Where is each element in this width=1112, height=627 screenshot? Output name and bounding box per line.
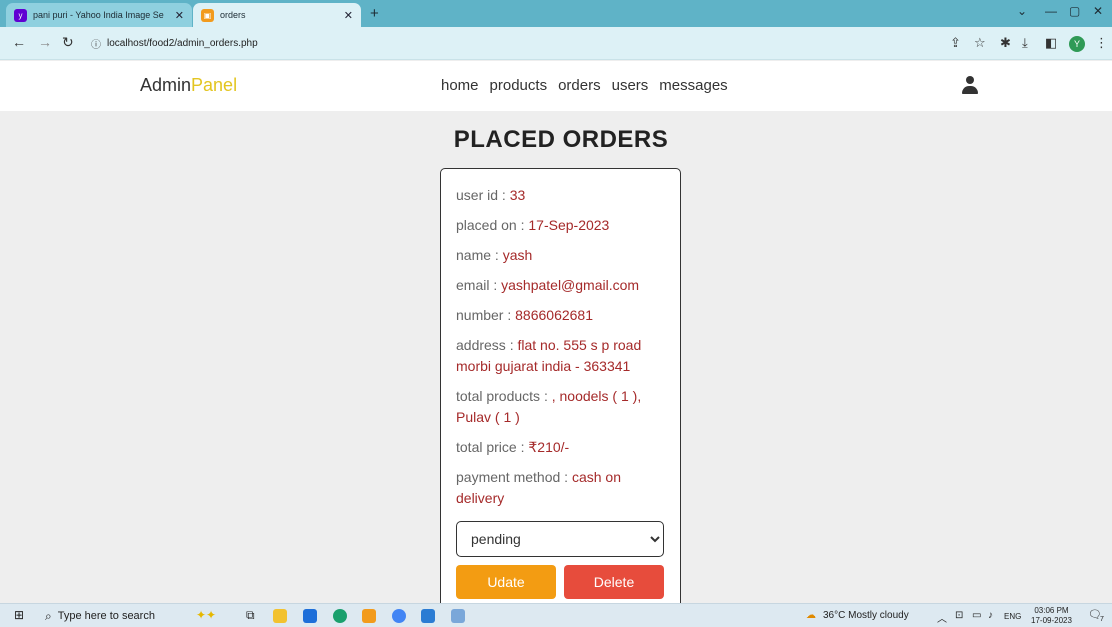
order-status-select[interactable]: pending — [456, 521, 664, 557]
user-icon-head — [966, 76, 974, 84]
back-icon[interactable]: ← — [12, 34, 26, 50]
tab-title: pani puri - Yahoo India Image Se — [33, 10, 164, 20]
chrome-icon[interactable] — [392, 609, 406, 623]
field-value: 17-Sep-2023 — [528, 217, 610, 233]
update-button[interactable]: Udate — [456, 565, 556, 599]
search-icon: ⌕ — [45, 608, 52, 623]
order-field-placed-on: placed on : 17-Sep-2023 — [456, 215, 665, 236]
windows-start-icon[interactable]: ⊞ — [14, 608, 24, 622]
weather-text[interactable]: 36°C Mostly cloudy — [823, 610, 909, 621]
delete-button[interactable]: Delete — [564, 565, 664, 599]
share-icon[interactable]: ⇪ — [950, 35, 961, 51]
window-close-icon[interactable]: ✕ — [1093, 4, 1103, 18]
nav-messages[interactable]: messages — [659, 77, 727, 94]
xampp-icon[interactable] — [362, 609, 376, 623]
chevron-down-icon[interactable]: ⌄ — [1017, 4, 1027, 18]
field-label: email : — [456, 277, 502, 293]
order-field-number: number : 8866062681 — [456, 305, 665, 326]
tab-yahoo[interactable]: y pani puri - Yahoo India Image Se ✕ — [6, 3, 192, 27]
tab-title: orders — [220, 10, 246, 20]
sidepanel-icon[interactable]: ◧ — [1045, 35, 1057, 51]
close-icon[interactable]: ✕ — [344, 9, 353, 22]
field-label: payment method : — [456, 469, 572, 485]
field-value: yash — [502, 247, 533, 263]
field-value: yashpatel@gmail.com — [501, 277, 640, 293]
order-field-total-products: total products : , noodels ( 1 ), Pulav … — [456, 386, 665, 428]
edge-browser-icon[interactable] — [333, 609, 347, 623]
order-field-name: name : yash — [456, 245, 665, 266]
user-icon-body — [962, 86, 978, 94]
nav-products[interactable]: products — [490, 77, 548, 94]
language-indicator[interactable]: ENG — [1004, 612, 1021, 621]
url-text: localhost/food2/admin_orders.php — [107, 37, 258, 49]
close-icon[interactable]: ✕ — [175, 9, 184, 22]
extensions-icon[interactable]: ✱ — [1000, 35, 1011, 51]
taskbar-search[interactable]: ⌕ Type here to search — [45, 607, 175, 625]
copilot-sparkle-icon[interactable]: ✦✦ — [196, 608, 216, 622]
tray-chevron-up-icon[interactable]: ︿ — [937, 610, 947, 625]
notification-count: 7 — [1100, 616, 1104, 623]
battery-icon[interactable]: ▭ — [972, 610, 981, 621]
field-value: ₹210/- — [528, 439, 570, 455]
order-field-email: email : yashpatel@gmail.com — [456, 275, 665, 296]
notepad-icon[interactable] — [451, 609, 465, 623]
search-placeholder: Type here to search — [57, 610, 155, 622]
order-card: user id : 33 placed on : 17-Sep-2023 nam… — [440, 168, 681, 608]
info-icon[interactable]: ⓘ — [91, 36, 101, 51]
field-label: number : — [456, 307, 516, 323]
field-label: total price : — [456, 439, 529, 455]
weather-icon[interactable]: ☁ — [806, 610, 816, 621]
profile-avatar[interactable]: Y — [1069, 36, 1085, 52]
order-field-payment-method: payment method : cash on delivery — [456, 467, 665, 509]
order-field-address: address : flat no. 555 s p road morbi gu… — [456, 335, 665, 377]
field-label: name : — [456, 247, 503, 263]
volume-icon[interactable]: ♪ — [988, 610, 993, 621]
forward-icon[interactable]: → — [38, 34, 52, 50]
logo[interactable]: AdminPanel — [140, 75, 237, 96]
page-title: PLACED ORDERS — [453, 126, 669, 153]
reload-icon[interactable]: ↻ — [62, 34, 74, 51]
photos-icon[interactable] — [421, 609, 435, 623]
new-tab-button[interactable]: + — [370, 5, 379, 22]
task-view-icon[interactable]: ⧉ — [246, 608, 255, 623]
bookmark-star-icon[interactable]: ☆ — [974, 35, 986, 51]
field-value: 8866062681 — [515, 307, 594, 323]
user-icon[interactable] — [962, 76, 978, 96]
menu-icon[interactable]: ⋮ — [1095, 35, 1108, 51]
order-field-total-price: total price : ₹210/- — [456, 437, 665, 458]
admin-header: AdminPanel home products orders users me… — [0, 61, 1112, 111]
nav-home[interactable]: home — [441, 77, 479, 94]
taskbar-clock[interactable]: 03:06 PM 17-09-2023 — [1031, 606, 1072, 626]
file-explorer-icon[interactable] — [273, 609, 287, 623]
nav-orders[interactable]: orders — [558, 77, 601, 94]
order-field-user-id: user id : 33 — [456, 185, 665, 206]
network-icon[interactable]: ⊡ — [955, 610, 963, 621]
orders-favicon-icon: ▣ — [201, 8, 214, 22]
maximize-icon[interactable]: ▢ — [1069, 4, 1080, 18]
browser-tab-strip: y pani puri - Yahoo India Image Se ✕ ▣ o… — [0, 0, 1112, 27]
field-label: placed on : — [456, 217, 529, 233]
logo-main: Admin — [140, 75, 192, 95]
windows-taskbar: ⊞ ⌕ Type here to search ✦✦ ⧉ ☁ 36°C Most… — [0, 603, 1112, 627]
address-bar-row: ← → ↻ ⓘ localhost/food2/admin_orders.php… — [0, 27, 1112, 60]
clock-time: 03:06 PM — [1034, 606, 1069, 615]
field-label: user id : — [456, 187, 510, 203]
field-label: total products : — [456, 388, 552, 404]
clock-date: 17-09-2023 — [1031, 616, 1072, 625]
yahoo-favicon-icon: y — [14, 8, 27, 22]
download-icon[interactable]: ⤓ — [1022, 35, 1028, 51]
order-actions: Udate Delete — [456, 565, 665, 599]
tab-orders[interactable]: ▣ orders ✕ — [193, 3, 361, 27]
nav-users[interactable]: users — [612, 77, 649, 94]
logo-accent: Panel — [191, 75, 238, 95]
field-label: address : — [456, 337, 518, 353]
field-value: 33 — [509, 187, 526, 203]
main-nav: home products orders users messages — [441, 77, 728, 94]
url-field[interactable]: ⓘ localhost/food2/admin_orders.php — [85, 32, 945, 54]
minimize-icon[interactable]: — — [1045, 4, 1057, 18]
mail-icon[interactable] — [303, 609, 317, 623]
